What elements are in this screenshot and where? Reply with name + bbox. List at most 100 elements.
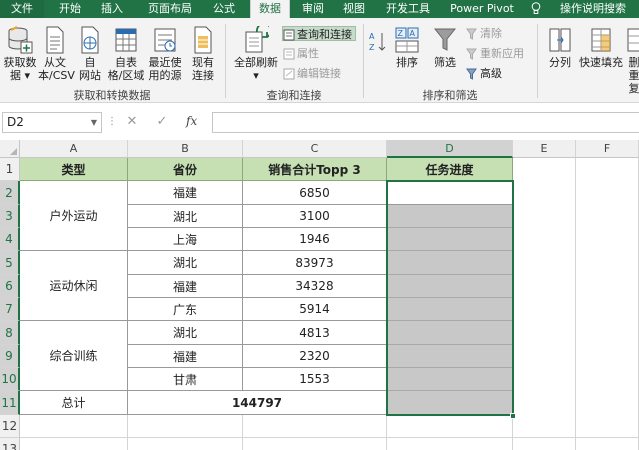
check-icon[interactable]: ✓	[154, 114, 170, 130]
cell-sales[interactable]: 4813	[243, 321, 387, 345]
more-dots-icon[interactable]: ⋮	[107, 116, 117, 127]
tab-view[interactable]: 视图	[336, 0, 372, 18]
chevron-down-icon[interactable]: ▼	[86, 112, 102, 133]
cancel-icon[interactable]: ✕	[124, 114, 140, 130]
edit-links-button[interactable]: 编辑链接	[283, 66, 341, 81]
cell-sales[interactable]: 34328	[243, 275, 387, 298]
insert-function-icon[interactable]: fx	[186, 114, 197, 128]
total-label-cell[interactable]: 总计	[20, 391, 128, 415]
refresh-all-button[interactable]: 全部刷新 ▾	[234, 26, 278, 82]
header-cell-province[interactable]: 省份	[128, 158, 243, 181]
cell-sales[interactable]: 5914	[243, 298, 387, 321]
recent-sources-button[interactable]: 最近使 用的源	[147, 26, 183, 82]
cell-b12[interactable]	[128, 415, 243, 438]
cell-e13[interactable]	[513, 438, 576, 450]
header-cell-sales[interactable]: 销售合计Topp 3	[243, 158, 387, 181]
row-header-3[interactable]: 3	[0, 205, 20, 228]
from-table-range-button[interactable]: 自表 格/区域	[106, 26, 146, 82]
row-header-5[interactable]: 5	[0, 251, 20, 275]
group-cell-leisure[interactable]: 运动休闲	[20, 251, 128, 321]
cell-a12[interactable]	[20, 415, 128, 438]
cell-progress[interactable]	[387, 251, 513, 275]
tab-home[interactable]: 开始	[50, 0, 90, 18]
cell-province[interactable]: 湖北	[128, 251, 243, 275]
cell-province[interactable]: 福建	[128, 181, 243, 205]
tab-insert[interactable]: 插入	[92, 0, 132, 18]
cell-province[interactable]: 福建	[128, 345, 243, 368]
tab-file[interactable]: 文件	[0, 0, 44, 18]
group-cell-outdoor[interactable]: 户外运动	[20, 181, 128, 251]
cell-d12[interactable]	[387, 415, 513, 438]
clear-filter-button[interactable]: 清除	[466, 26, 502, 41]
flash-fill-button[interactable]: 快速填充	[578, 26, 624, 69]
tab-power-pivot[interactable]: Power Pivot	[446, 0, 518, 18]
row-header-11[interactable]: 11	[0, 391, 20, 415]
cell-province[interactable]: 湖北	[128, 205, 243, 228]
remove-duplicates-button[interactable]: 删 重复	[624, 26, 639, 95]
empty-cells-f[interactable]	[576, 158, 639, 415]
formula-input[interactable]	[212, 112, 639, 133]
cell-sales[interactable]: 3100	[243, 205, 387, 228]
cell-progress[interactable]	[387, 298, 513, 321]
column-header-a[interactable]: A	[20, 140, 128, 158]
row-header-2[interactable]: 2	[0, 181, 20, 205]
header-cell-progress[interactable]: 任务进度	[387, 158, 513, 181]
tab-formulas[interactable]: 公式	[204, 0, 244, 18]
cell-province[interactable]: 甘肃	[128, 368, 243, 391]
properties-button[interactable]: 属性	[283, 46, 319, 61]
cell-province[interactable]: 福建	[128, 275, 243, 298]
cell-province[interactable]: 上海	[128, 228, 243, 251]
row-header-6[interactable]: 6	[0, 275, 20, 298]
advanced-filter-button[interactable]: 高级	[466, 66, 502, 81]
row-header-7[interactable]: 7	[0, 298, 20, 321]
cell-b13[interactable]	[128, 438, 243, 450]
cell-progress[interactable]	[387, 205, 513, 228]
tell-me-search[interactable]: 操作说明搜索	[548, 0, 638, 18]
sort-button[interactable]: Z A 排序	[392, 26, 422, 69]
cell-e12[interactable]	[513, 415, 576, 438]
get-data-button[interactable]: 获取数 据 ▾	[2, 26, 38, 82]
cell-sales[interactable]: 2320	[243, 345, 387, 368]
cell-province[interactable]: 广东	[128, 298, 243, 321]
row-header-1[interactable]: 1	[0, 158, 20, 181]
from-text-csv-button[interactable]: 从文 本/CSV	[38, 26, 75, 82]
cell-a13[interactable]	[20, 438, 128, 450]
column-header-c[interactable]: C	[243, 140, 387, 158]
existing-connections-button[interactable]: 现有 连接	[188, 26, 218, 82]
cell-sales[interactable]: 83973	[243, 251, 387, 275]
cell-progress[interactable]	[387, 275, 513, 298]
cell-c13[interactable]	[243, 438, 387, 450]
cell-progress[interactable]	[387, 391, 513, 415]
empty-cells-e[interactable]	[513, 158, 576, 415]
cell-d13[interactable]	[387, 438, 513, 450]
cell-f13[interactable]	[576, 438, 639, 450]
row-header-8[interactable]: 8	[0, 321, 20, 345]
fill-handle[interactable]	[510, 413, 516, 419]
row-header-9[interactable]: 9	[0, 345, 20, 368]
tab-developer[interactable]: 开发工具	[378, 0, 438, 18]
row-header-13[interactable]: 13	[0, 438, 20, 450]
queries-connections-button[interactable]: 查询和连接	[282, 26, 356, 41]
sort-ascending-button[interactable]: A Z	[368, 30, 388, 56]
tab-review[interactable]: 审阅	[295, 0, 331, 18]
row-header-12[interactable]: 12	[0, 415, 20, 438]
cell-sales[interactable]: 6850	[243, 181, 387, 205]
cell-progress-active[interactable]	[387, 181, 513, 205]
text-to-columns-button[interactable]: 分列	[544, 26, 576, 69]
column-header-f[interactable]: F	[576, 140, 639, 158]
cell-progress[interactable]	[387, 228, 513, 251]
cell-progress[interactable]	[387, 368, 513, 391]
from-web-button[interactable]: 自 网站	[75, 26, 105, 82]
header-cell-type[interactable]: 类型	[20, 158, 128, 181]
select-all-button[interactable]	[0, 140, 20, 158]
total-value-cell[interactable]: 144797	[128, 391, 387, 415]
spreadsheet-grid[interactable]: A B C D E F 1 2 3 4 5 6 7 8 9 10 11 12 1…	[0, 140, 639, 450]
cell-f12[interactable]	[576, 415, 639, 438]
column-header-e[interactable]: E	[513, 140, 576, 158]
column-header-b[interactable]: B	[128, 140, 243, 158]
filter-button[interactable]: 筛选	[430, 26, 460, 69]
cell-sales[interactable]: 1553	[243, 368, 387, 391]
cell-province[interactable]: 湖北	[128, 321, 243, 345]
group-cell-training[interactable]: 综合训练	[20, 321, 128, 391]
cell-sales[interactable]: 1946	[243, 228, 387, 251]
